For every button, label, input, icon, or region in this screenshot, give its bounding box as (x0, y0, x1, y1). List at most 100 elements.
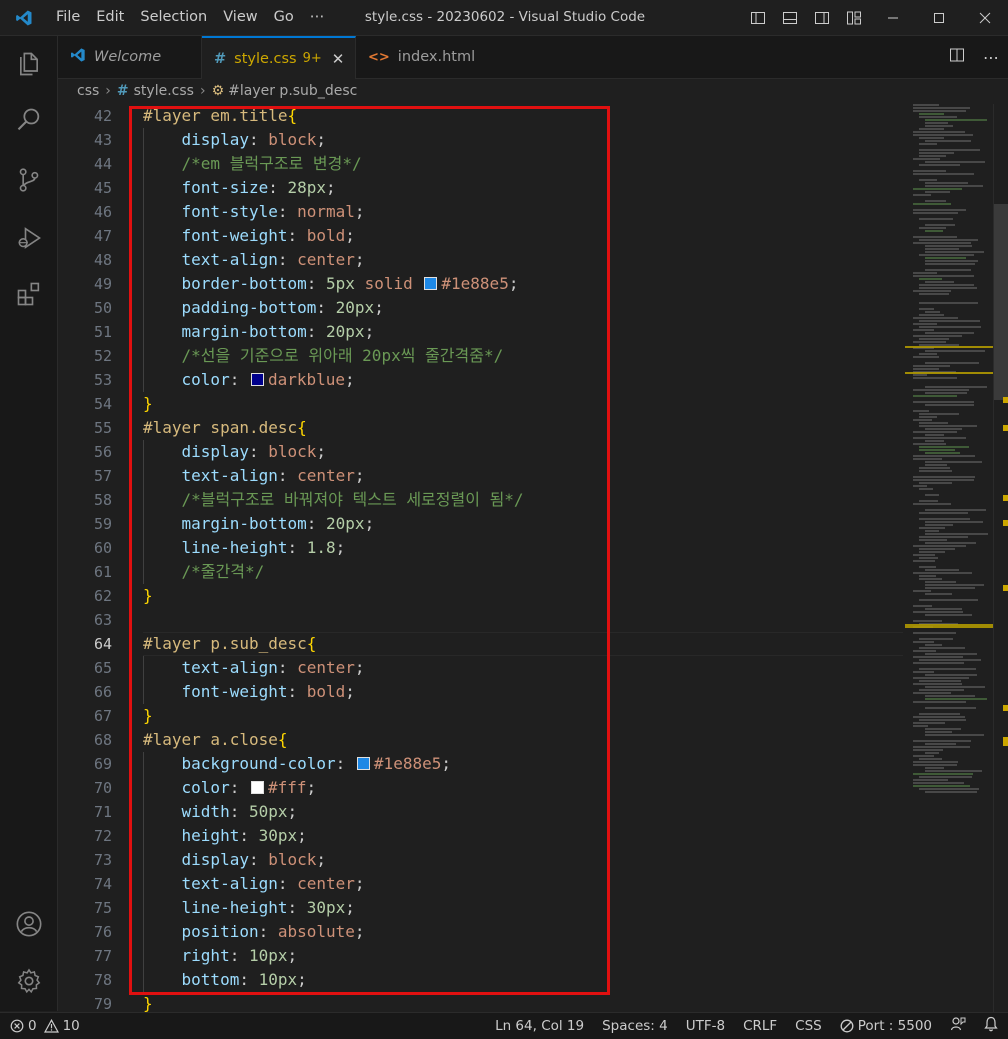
indentation[interactable]: Spaces: 4 (602, 1018, 668, 1034)
breadcrumb-folder[interactable]: css (77, 83, 99, 99)
code-line[interactable]: font-weight: bold; (143, 224, 355, 248)
problems-badge: 9+ (302, 51, 322, 66)
code-token: : (287, 538, 307, 557)
minimize-icon[interactable] (870, 0, 916, 35)
code-line[interactable]: margin-bottom: 20px; (143, 320, 375, 344)
code-line[interactable]: background-color: #1e88e5; (143, 752, 451, 776)
encoding[interactable]: UTF-8 (686, 1018, 725, 1034)
code-line[interactable]: text-align: center; (143, 248, 365, 272)
code-line[interactable]: right: 10px; (143, 944, 298, 968)
code-token: 10px (248, 946, 288, 965)
code-line[interactable]: border-bottom: 5px solid #1e88e5; (143, 272, 519, 296)
split-editor-icon[interactable] (949, 47, 965, 67)
code-line[interactable]: /*블럭구조로 바꿔져야 텍스트 세로정렬이 됨*/ (143, 488, 524, 512)
accounts-icon[interactable] (0, 900, 57, 948)
code-line[interactable]: /*줄간격*/ (143, 560, 265, 584)
menu-edit[interactable]: Edit (88, 0, 132, 35)
menu-more[interactable]: ⋯ (302, 0, 333, 35)
code-line[interactable]: font-size: 28px; (143, 176, 336, 200)
minimap-line (925, 524, 953, 526)
code-line[interactable]: width: 50px; (143, 800, 298, 824)
code-line[interactable]: color: darkblue; (143, 368, 355, 392)
manage-gear-icon[interactable] (0, 957, 57, 1005)
live-server-port[interactable]: Port : 5500 (840, 1018, 932, 1034)
vertical-scrollbar[interactable] (993, 104, 1008, 1012)
search-icon[interactable] (0, 96, 57, 144)
more-actions-icon[interactable]: ⋯ (983, 48, 1000, 67)
code-line[interactable]: #layer span.desc{ (143, 416, 307, 440)
code-line[interactable]: /*선을 기준으로 위아래 20px씩 줄간격줌*/ (143, 344, 504, 368)
color-swatch-icon[interactable] (424, 277, 438, 290)
code-line[interactable]: /*em 블럭구조로 변경*/ (143, 152, 362, 176)
code-token: : (277, 202, 298, 221)
code-line[interactable]: height: 30px; (143, 824, 307, 848)
code-line[interactable]: display: block; (143, 128, 327, 152)
warning-marker (1003, 585, 1008, 591)
code-token: ; (287, 802, 298, 821)
color-swatch-icon[interactable] (250, 373, 264, 386)
line-number: 50 (93, 299, 112, 317)
feedback-icon[interactable] (950, 1016, 966, 1036)
tab-index-html[interactable]: <> index.html (356, 36, 504, 78)
error-icon (10, 1019, 24, 1033)
customize-layout-icon[interactable] (842, 0, 866, 35)
code-line[interactable]: text-align: center; (143, 464, 365, 488)
code-line[interactable]: } (143, 584, 153, 608)
code-line[interactable]: font-weight: bold; (143, 680, 355, 704)
code-line[interactable]: bottom: 10px; (143, 968, 307, 992)
code-editor[interactable]: 42 43 44 45 46 47 48 49 50 51 52 53 54 55 56 57 58 59 60 61… (58, 104, 904, 1012)
code-area[interactable]: #layer em.title{ display: block; /*em 블럭… (143, 104, 903, 1012)
tab-welcome[interactable]: Welcome (58, 36, 202, 78)
close-window-icon[interactable] (962, 0, 1008, 35)
code-line[interactable]: display: block; (143, 848, 327, 872)
toggle-secondary-sidebar-icon[interactable] (810, 0, 834, 35)
code-line[interactable]: font-style: normal; (143, 200, 365, 224)
extensions-icon[interactable] (0, 270, 57, 318)
tab-style-css[interactable]: # style.css 9+ ✕ (202, 36, 356, 79)
code-line[interactable]: #layer p.sub_desc{ (143, 632, 316, 656)
breadcrumb-symbol[interactable]: #layer p.sub_desc (228, 83, 357, 99)
code-line[interactable]: text-align: center; (143, 656, 365, 680)
code-line[interactable]: #layer em.title{ (143, 104, 297, 128)
run-debug-icon[interactable] (0, 214, 57, 262)
maximize-icon[interactable] (916, 0, 962, 35)
code-line[interactable]: display: block; (143, 440, 327, 464)
explorer-icon[interactable] (0, 40, 57, 88)
code-line[interactable]: } (143, 992, 153, 1012)
code-line[interactable]: line-height: 1.8; (143, 536, 346, 560)
cursor-position[interactable]: Ln 64, Col 19 (495, 1018, 584, 1034)
code-line[interactable]: } (143, 392, 153, 416)
code-line[interactable]: #layer a.close{ (143, 728, 288, 752)
code-line[interactable]: margin-bottom: 20px; (143, 512, 375, 536)
code-line[interactable]: color: #fff; (143, 776, 317, 800)
source-control-icon[interactable] (0, 156, 57, 204)
language-mode[interactable]: CSS (795, 1018, 822, 1034)
menu-go[interactable]: Go (266, 0, 302, 35)
code-line[interactable]: line-height: 30px; (143, 896, 355, 920)
menu-selection[interactable]: Selection (132, 0, 215, 35)
menu-file[interactable]: File (48, 0, 88, 35)
color-swatch-icon[interactable] (250, 781, 264, 794)
notifications-bell-icon[interactable] (984, 1016, 998, 1036)
menu-view[interactable]: View (215, 0, 265, 35)
scrollbar-thumb[interactable] (994, 204, 1008, 400)
end-of-line[interactable]: CRLF (743, 1018, 777, 1034)
toggle-panel-icon[interactable] (778, 0, 802, 35)
code-line[interactable]: position: absolute; (143, 920, 365, 944)
code-line[interactable]: padding-bottom: 20px; (143, 296, 384, 320)
toggle-primary-sidebar-icon[interactable] (746, 0, 770, 35)
close-tab-icon[interactable]: ✕ (332, 50, 345, 68)
minimap[interactable] (905, 104, 993, 1012)
code-line[interactable]: text-align: center; (143, 872, 365, 896)
minimap-line (919, 659, 981, 661)
minimap-line (919, 788, 979, 790)
minimap-line (925, 182, 968, 184)
code-token: text-align (181, 658, 278, 677)
minimap-line (913, 134, 973, 136)
color-swatch-icon[interactable] (356, 757, 370, 770)
problems-status[interactable]: 0 10 (10, 1018, 80, 1034)
breadcrumb-file[interactable]: style.css (134, 83, 194, 99)
code-line[interactable]: } (143, 704, 153, 728)
minimap-line (913, 341, 946, 343)
